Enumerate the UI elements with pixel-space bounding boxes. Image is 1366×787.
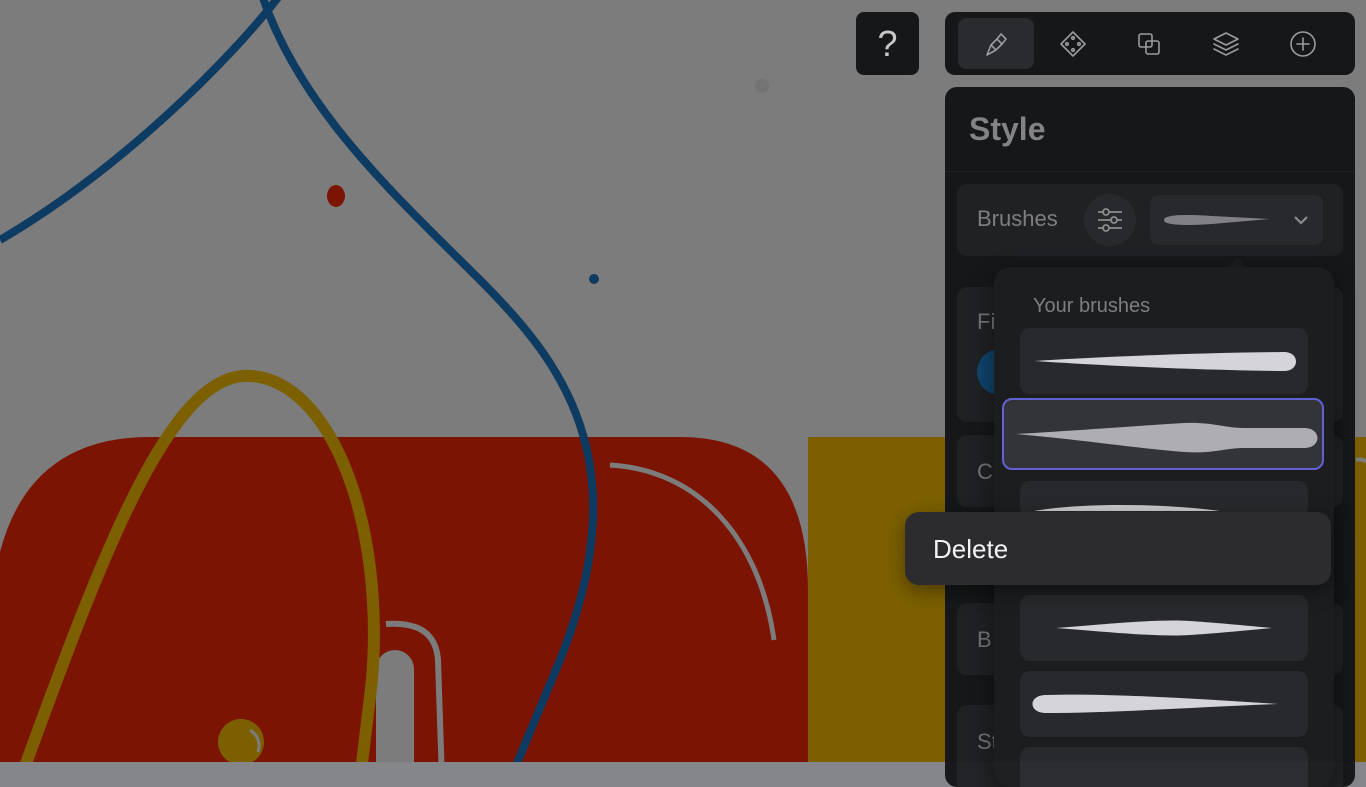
grey-dot: [755, 79, 769, 93]
layers-icon: [1213, 31, 1239, 56]
brush-item-partial[interactable]: [1020, 747, 1308, 787]
top-toolbar: [945, 12, 1355, 75]
brush-item-selected[interactable]: [1002, 398, 1324, 470]
help-button[interactable]: ?: [856, 12, 919, 75]
style-panel-title: Style: [969, 111, 1046, 147]
divider: [945, 171, 1355, 172]
context-menu: Delete: [905, 512, 1331, 585]
help-label: ?: [877, 22, 898, 64]
duplicate-tool-button[interactable]: [1111, 18, 1187, 69]
blue-dot: [589, 274, 599, 284]
brush-preview: [1016, 422, 1318, 453]
white-bar: [376, 650, 414, 762]
brush-dropdown[interactable]: [1150, 195, 1323, 245]
current-brush-preview: [1164, 215, 1270, 225]
layers-tool-button[interactable]: [1188, 18, 1264, 69]
shape-icon: [1060, 30, 1086, 57]
brushes-label: Brushes: [977, 206, 1058, 231]
add-tool-button[interactable]: [1265, 18, 1341, 69]
brush-preview: [1032, 694, 1278, 713]
brush-item[interactable]: [1020, 595, 1308, 661]
brush-icon: [986, 32, 1007, 56]
brushes-row: Brushes: [957, 184, 1343, 256]
color-section-label: C: [977, 459, 993, 484]
brush-preview: [1056, 620, 1272, 636]
brush-preview: [1034, 352, 1296, 371]
brush-picker-title: Your brushes: [1033, 295, 1151, 317]
red-dot: [327, 185, 345, 207]
duplicate-icon: [1138, 32, 1160, 55]
brush-tool-button[interactable]: [958, 18, 1034, 69]
fill-section-label: Fi: [977, 309, 996, 334]
delete-menu-item[interactable]: Delete: [933, 534, 1008, 565]
add-icon: [1290, 30, 1316, 57]
brush-settings-button[interactable]: [1084, 194, 1136, 246]
brush-item[interactable]: [1020, 328, 1308, 394]
chevron-down-icon: [1294, 216, 1308, 225]
sliders-icon: [1098, 208, 1122, 232]
shape-tool-button[interactable]: [1035, 18, 1111, 69]
brush-item[interactable]: [1020, 671, 1308, 737]
blend-section-label: B: [977, 627, 992, 652]
